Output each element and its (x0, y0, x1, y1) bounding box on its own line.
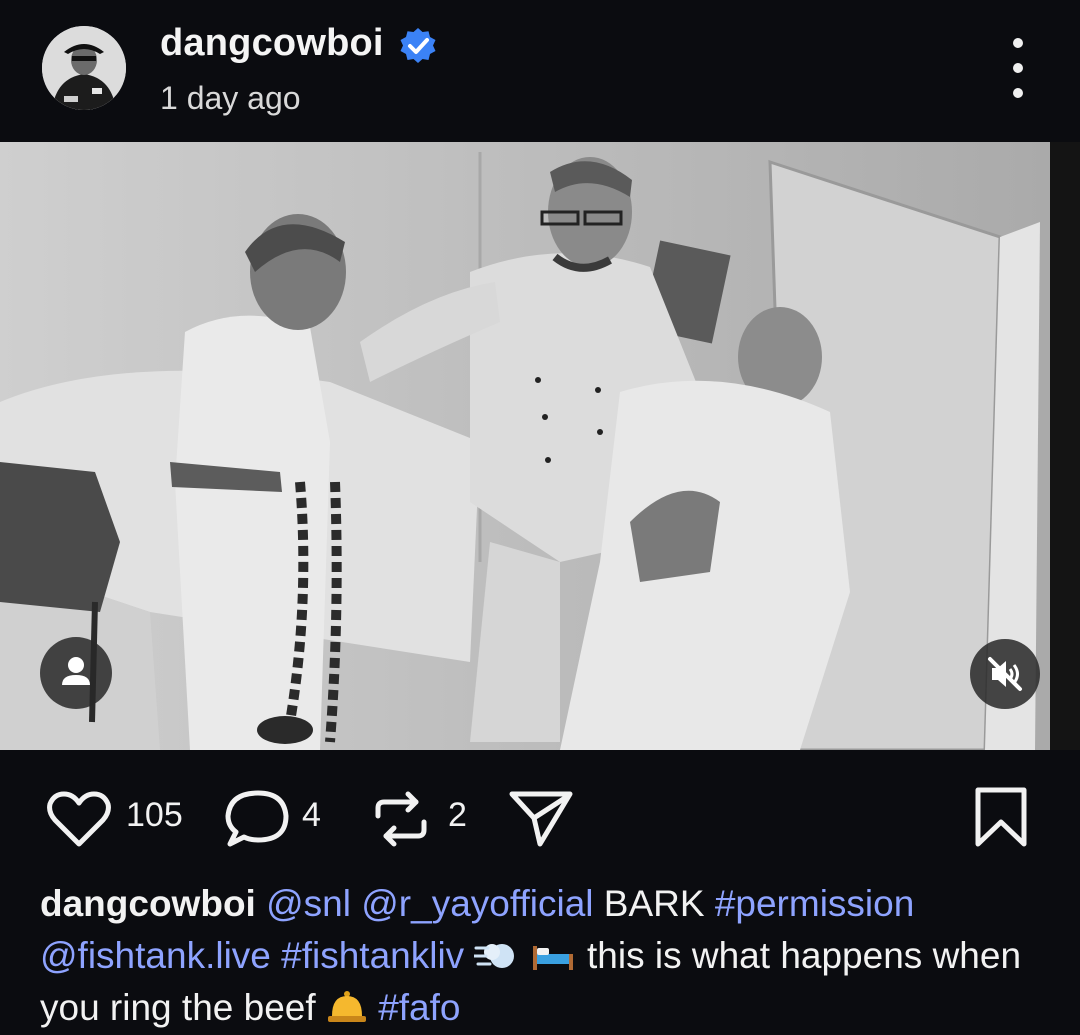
tagged-users-button[interactable] (40, 637, 112, 709)
mention-fishtank-live[interactable]: @fishtank.live (40, 935, 271, 976)
hashtag-fafo[interactable]: #fafo (378, 987, 460, 1028)
post-actions: 105 4 2 (0, 772, 1080, 862)
caption-text-bark: BARK (603, 883, 705, 924)
like-count: 105 (126, 796, 183, 834)
bed-emoji (532, 946, 573, 970)
more-options-icon[interactable] (1000, 38, 1036, 98)
repost-count: 2 (448, 796, 467, 834)
heart-icon[interactable] (46, 790, 112, 850)
hashtag-fishtankliv[interactable]: #fishtankliv (281, 935, 464, 976)
username[interactable]: dangcowboi (160, 22, 384, 65)
verified-badge-icon (400, 28, 436, 63)
dash-emoji (474, 944, 515, 968)
mention-snl[interactable]: @snl (266, 883, 351, 924)
avatar[interactable] (42, 26, 126, 110)
share-icon[interactable] (508, 788, 574, 850)
mention-r-yayofficial[interactable]: @r_yayofficial (361, 883, 593, 924)
speaker-muted-icon (988, 657, 1022, 691)
comment-icon[interactable] (224, 788, 294, 852)
post-caption: dangcowboi @snl @r_yayofficial BARK #per… (40, 878, 1040, 1034)
post-video[interactable] (0, 142, 1080, 750)
hashtag-permission[interactable]: #permission (715, 883, 914, 924)
post-view: dangcowboi 1 day ago 105 4 2 dangcowboi … (0, 0, 1080, 1035)
mute-toggle-button[interactable] (970, 639, 1040, 709)
post-timestamp: 1 day ago (160, 80, 301, 116)
repost-icon[interactable] (368, 786, 434, 852)
post-header: dangcowboi 1 day ago (0, 0, 1080, 142)
caption-author[interactable]: dangcowboi (40, 883, 256, 924)
bell-emoji (327, 991, 366, 1022)
bookmark-icon[interactable] (972, 784, 1030, 850)
person-icon (62, 657, 90, 685)
video-frame (0, 142, 1080, 750)
comment-count: 4 (302, 796, 321, 834)
